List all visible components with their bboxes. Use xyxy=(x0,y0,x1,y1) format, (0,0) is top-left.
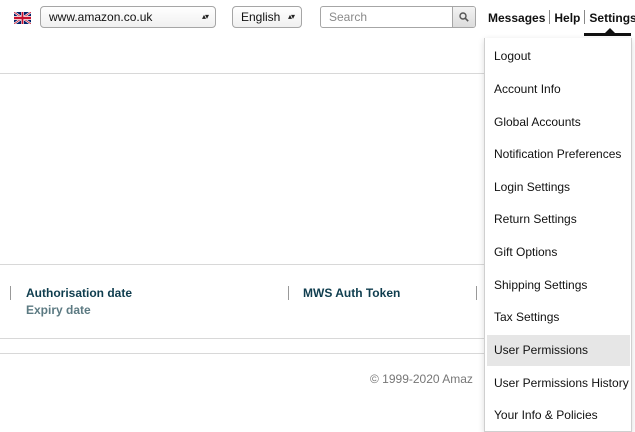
divider xyxy=(0,73,484,74)
menu-item-global-accounts[interactable]: Global Accounts xyxy=(487,107,630,138)
search-icon xyxy=(459,12,469,22)
marketplace-select[interactable]: www.amazon.co.uk ▴▾ xyxy=(40,6,216,28)
menu-item-tax-settings[interactable]: Tax Settings xyxy=(487,302,630,333)
language-select[interactable]: English ▴▾ xyxy=(232,6,302,28)
menu-item-gift-options[interactable]: Gift Options xyxy=(487,237,630,268)
copyright-text: © 1999-2020 Amaz xyxy=(370,372,473,386)
menu-item-your-info-policies[interactable]: Your Info & Policies xyxy=(487,400,630,431)
help-link[interactable]: Help xyxy=(554,11,580,25)
column-divider xyxy=(476,286,477,300)
menu-item-user-permissions[interactable]: User Permissions xyxy=(487,335,630,366)
menu-item-account-info[interactable]: Account Info xyxy=(487,74,630,105)
top-links: Messages Help Settings xyxy=(488,10,635,25)
search-input[interactable] xyxy=(321,7,459,27)
marketplace-select-value: www.amazon.co.uk xyxy=(49,10,153,24)
top-bar: www.amazon.co.uk ▴▾ English ▴▾ Messages H… xyxy=(0,0,635,38)
link-divider xyxy=(584,10,586,24)
expiry-date-header[interactable]: Expiry date xyxy=(26,303,91,317)
mws-auth-token-header[interactable]: MWS Auth Token xyxy=(303,286,400,300)
menu-caret-icon xyxy=(604,28,616,34)
select-arrows-icon: ▴▾ xyxy=(201,12,209,21)
search-box xyxy=(320,6,476,28)
authorisation-date-header[interactable]: Authorisation date xyxy=(26,286,132,300)
settings-link[interactable]: Settings xyxy=(589,11,635,25)
link-divider xyxy=(549,10,551,24)
divider xyxy=(0,338,484,339)
menu-item-login-settings[interactable]: Login Settings xyxy=(487,172,630,203)
settings-dropdown-menu: Logout Account Info Global Accounts Noti… xyxy=(484,38,632,432)
uk-flag-icon xyxy=(14,12,31,24)
language-select-value: English xyxy=(241,10,281,24)
divider xyxy=(0,353,484,354)
menu-item-user-permissions-history[interactable]: User Permissions History xyxy=(487,368,630,399)
column-divider xyxy=(288,286,289,300)
divider xyxy=(0,264,484,265)
search-button[interactable] xyxy=(452,7,475,27)
column-divider xyxy=(10,286,11,300)
select-arrows-icon: ▴▾ xyxy=(287,12,295,21)
menu-item-shipping-settings[interactable]: Shipping Settings xyxy=(487,270,630,301)
menu-item-notification-preferences[interactable]: Notification Preferences xyxy=(487,139,630,170)
menu-item-logout[interactable]: Logout xyxy=(487,41,630,72)
menu-item-return-settings[interactable]: Return Settings xyxy=(487,204,630,235)
table-header: Authorisation date Expiry date MWS Auth … xyxy=(0,283,480,323)
messages-link[interactable]: Messages xyxy=(488,11,545,25)
